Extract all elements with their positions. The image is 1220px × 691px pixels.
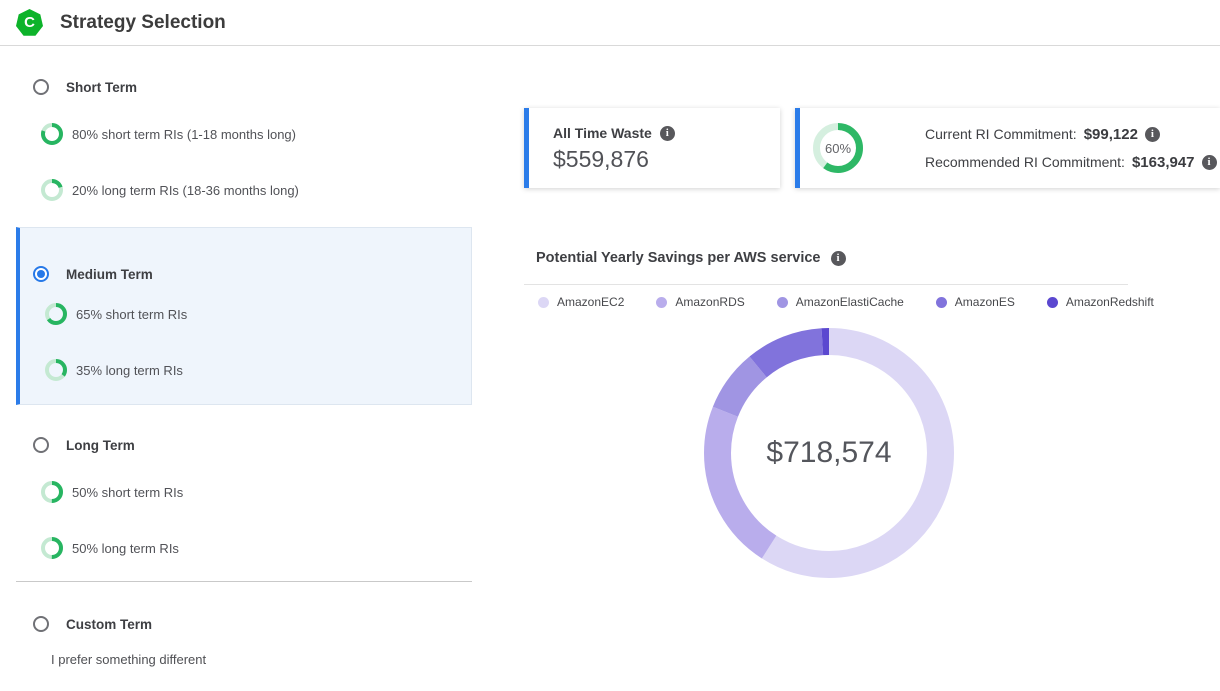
strategy-sub-option: 50% long term RIs — [16, 537, 179, 559]
sub-option-label: 35% long term RIs — [76, 363, 183, 378]
radio-long-term[interactable] — [33, 437, 49, 453]
savings-donut-chart: $718,574 — [704, 328, 954, 578]
strategy-sub-option: 20% long term RIs (18-36 months long) — [16, 179, 299, 201]
info-icon[interactable]: i — [1145, 127, 1160, 142]
page-title: Strategy Selection — [60, 12, 226, 34]
sub-option-label: 50% long term RIs — [72, 541, 179, 556]
legend-item[interactable]: AmazonRDS — [656, 295, 744, 309]
recommended-ri-commitment-label: Recommended RI Commitment: — [925, 154, 1125, 170]
legend-dot-icon — [777, 297, 788, 308]
legend-item[interactable]: AmazonEC2 — [538, 295, 624, 309]
ri-split-ring-icon — [41, 537, 63, 559]
sub-option-label: 50% short term RIs — [72, 485, 183, 500]
strategy-sub-option: 50% short term RIs — [16, 481, 183, 503]
legend-dot-icon — [538, 297, 549, 308]
savings-chart-legend: AmazonEC2 AmazonRDS AmazonElastiCache Am… — [538, 295, 1154, 309]
legend-dot-icon — [1047, 297, 1058, 308]
main-content: All Time Waste i $559,876 60% Current RI… — [524, 45, 1220, 691]
ri-split-ring-icon — [45, 359, 67, 381]
recommended-ri-commitment-row: Recommended RI Commitment: $163,947 i — [925, 154, 1217, 171]
strategy-sub-option: 65% short term RIs — [20, 303, 187, 325]
radio-custom-term[interactable] — [33, 616, 49, 632]
app-header: C Strategy Selection — [0, 0, 1220, 46]
waste-card-label: All Time Waste — [553, 125, 652, 141]
strategy-option-custom-term[interactable]: Custom Term — [16, 616, 152, 632]
current-ri-commitment-label: Current RI Commitment: — [925, 126, 1077, 142]
savings-chart-title: Potential Yearly Savings per AWS service — [536, 250, 821, 266]
legend-dot-icon — [656, 297, 667, 308]
chart-divider — [524, 284, 1128, 285]
legend-item[interactable]: AmazonRedshift — [1047, 295, 1154, 309]
strategy-option-medium-term-selected[interactable]: Medium Term 65% short term RIs 35% long … — [16, 227, 472, 405]
all-time-waste-card: All Time Waste i $559,876 — [524, 108, 780, 188]
ri-split-ring-icon — [45, 303, 67, 325]
strategy-option-short-term[interactable]: Short Term — [16, 79, 137, 95]
ri-commitment-card: 60% Current RI Commitment: $99,122 i Rec… — [795, 108, 1220, 188]
strategy-option-label: Medium Term — [66, 267, 153, 282]
current-ri-commitment-value: $99,122 — [1084, 126, 1138, 143]
info-icon[interactable]: i — [1202, 155, 1217, 170]
ri-split-ring-icon — [41, 179, 63, 201]
strategy-option-label: Short Term — [66, 80, 137, 95]
info-icon[interactable]: i — [660, 126, 675, 141]
strategy-sub-option: 35% long term RIs — [20, 359, 183, 381]
custom-term-description: I prefer something different — [51, 652, 206, 667]
sub-option-label: 80% short term RIs (1-18 months long) — [72, 127, 296, 142]
ri-split-ring-icon — [41, 123, 63, 145]
radio-short-term[interactable] — [33, 79, 49, 95]
legend-item[interactable]: AmazonElastiCache — [777, 295, 904, 309]
commitment-gauge: 60% — [813, 123, 863, 173]
sub-option-label: 65% short term RIs — [76, 307, 187, 322]
strategy-option-label: Custom Term — [66, 617, 152, 632]
strategy-option-long-term[interactable]: Long Term — [16, 437, 135, 453]
legend-dot-icon — [936, 297, 947, 308]
app-logo-icon: C — [16, 9, 43, 36]
strategy-sidebar: Short Term 80% short term RIs (1-18 mont… — [16, 45, 472, 691]
ri-split-ring-icon — [41, 481, 63, 503]
legend-item[interactable]: AmazonES — [936, 295, 1015, 309]
waste-card-value: $559,876 — [553, 146, 780, 173]
recommended-ri-commitment-value: $163,947 — [1132, 154, 1195, 171]
sub-option-label: 20% long term RIs (18-36 months long) — [72, 183, 299, 198]
strategy-option-medium-term[interactable]: Medium Term — [20, 266, 153, 282]
info-icon[interactable]: i — [831, 251, 846, 266]
radio-medium-term[interactable] — [33, 266, 49, 282]
strategy-option-label: Long Term — [66, 438, 135, 453]
strategy-sub-option: 80% short term RIs (1-18 months long) — [16, 123, 296, 145]
sidebar-divider — [16, 581, 472, 582]
commitment-gauge-label: 60% — [813, 123, 863, 173]
savings-total-value: $718,574 — [704, 328, 954, 578]
current-ri-commitment-row: Current RI Commitment: $99,122 i — [925, 126, 1217, 143]
